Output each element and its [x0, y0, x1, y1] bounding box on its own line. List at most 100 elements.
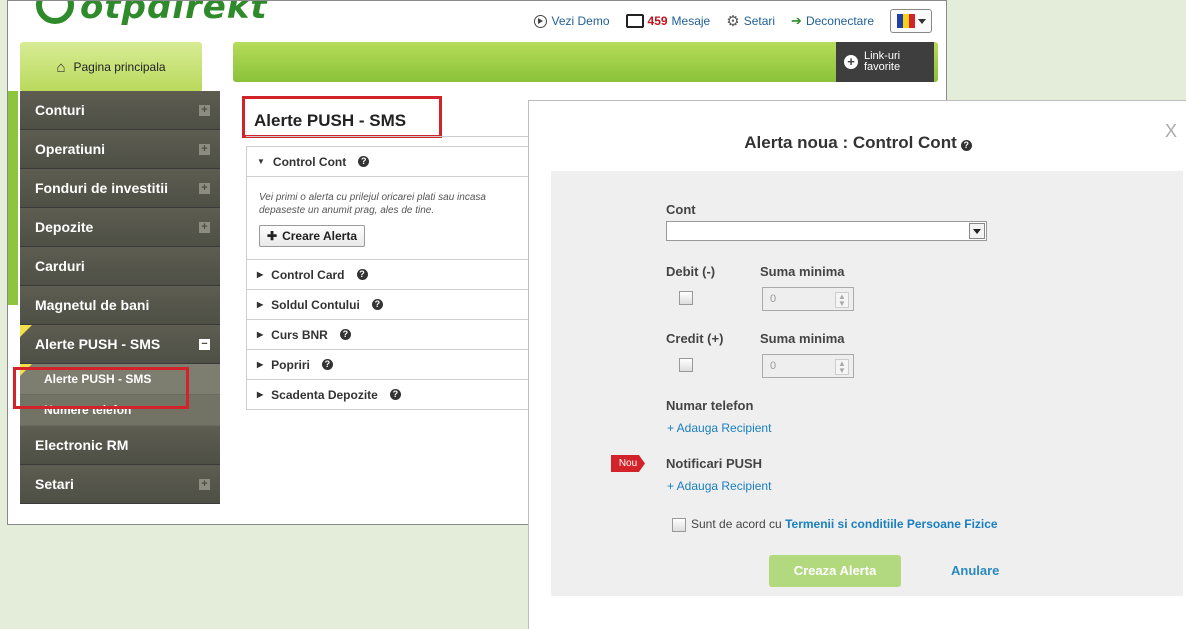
gear-icon: ⚙	[726, 12, 740, 30]
sidebar-item-setari[interactable]: Setari +	[20, 465, 220, 504]
expand-icon[interactable]: +	[199, 182, 210, 194]
expand-icon[interactable]: +	[199, 104, 210, 116]
envelope-icon	[625, 14, 644, 28]
chevron-down-icon	[969, 223, 985, 239]
section-description: Vei primi o alerta cu prilejul oricarei …	[259, 192, 486, 216]
credit-min-value: 0	[770, 360, 777, 372]
otp-logo: otpdirekt	[36, 0, 268, 28]
section-control-card[interactable]: ▶ Control Card?	[247, 260, 542, 290]
phone-label: Numar telefon	[666, 398, 754, 413]
play-icon	[534, 14, 548, 28]
push-label: Notificari PUSH	[666, 456, 763, 471]
cancel-button[interactable]: Anulare	[951, 563, 999, 578]
section-label: Popriri	[271, 357, 310, 372]
terms-checkbox[interactable]	[672, 518, 686, 532]
section-curs-bnr[interactable]: ▶ Curs BNR?	[247, 320, 542, 350]
sidebar-item-carduri[interactable]: Carduri	[20, 247, 220, 286]
sidebar-item-label: Carduri	[35, 258, 85, 274]
section-scadenta-depozite[interactable]: ▶ Scadenta Depozite?	[247, 380, 542, 409]
section-soldul-contului[interactable]: ▶ Soldul Contului?	[247, 290, 542, 320]
spinner-arrows-icon[interactable]: ▲ ▼	[835, 292, 849, 308]
terms-text: Sunt de acord cu Termenii si conditiile …	[691, 517, 998, 531]
messages-count: 459	[647, 14, 668, 28]
debit-min-label: Suma minima	[760, 264, 845, 279]
debit-checkbox[interactable]	[679, 291, 693, 305]
help-icon[interactable]: ?	[389, 389, 401, 400]
terms-prefix: Sunt de acord cu	[691, 517, 782, 531]
sidebar-item-label: Electronic RM	[35, 437, 129, 453]
new-alert-dialog: Alerta noua : Control Cont? X Cont Debit…	[528, 100, 1186, 629]
close-icon[interactable]: X	[1165, 121, 1177, 142]
sidebar: Conturi + Operatiuni + Fonduri de investit…	[20, 91, 220, 504]
help-icon[interactable]: ?	[321, 359, 333, 370]
triangle-right-icon: ▶	[257, 390, 264, 399]
dialog-title: Alerta noua : Control Cont?	[529, 133, 1186, 153]
demo-label: Vezi Demo	[551, 14, 610, 28]
sidebar-item-fonduri[interactable]: Fonduri de investitii +	[20, 169, 220, 208]
triangle-right-icon: ▶	[257, 270, 264, 279]
account-select[interactable]	[666, 221, 987, 241]
sidebar-item-electronic-rm[interactable]: Electronic RM	[20, 426, 220, 465]
messages-link[interactable]: 459 Mesaje	[625, 14, 710, 28]
add-phone-recipient-link[interactable]: + Adauga Recipient	[667, 421, 771, 435]
sidebar-item-depozite[interactable]: Depozite +	[20, 208, 220, 247]
credit-min-stepper[interactable]: 0 ▲ ▼	[762, 354, 854, 378]
top-green-bar: + Link-uri favorite	[233, 42, 938, 82]
spinner-arrows-icon[interactable]: ▲ ▼	[835, 359, 849, 375]
settings-link[interactable]: ⚙ Setari	[726, 14, 775, 29]
section-label: Soldul Contului	[271, 297, 360, 312]
new-corner-marker	[20, 325, 32, 337]
credit-min-label: Suma minima	[760, 331, 845, 346]
plus-icon: ✚	[267, 229, 278, 243]
expand-icon[interactable]: +	[199, 143, 210, 155]
top-navigation: Vezi Demo 459 Mesaje ⚙ Setari ➔ Deconect…	[534, 9, 932, 33]
sidebar-item-label: Magnetul de bani	[35, 297, 150, 313]
favorites-label: Link-uri favorite	[864, 50, 901, 73]
home-label: Pagina principala	[73, 60, 166, 74]
credit-checkbox[interactable]	[679, 358, 693, 372]
sidebar-item-label: Depozite	[35, 219, 94, 235]
section-popriri[interactable]: ▶ Popriri?	[247, 350, 542, 380]
logout-link[interactable]: ➔ Deconectare	[791, 13, 874, 29]
favorites-button[interactable]: + Link-uri favorite	[836, 42, 934, 82]
sidebar-item-magnetul[interactable]: Magnetul de bani	[20, 286, 220, 325]
collapse-icon[interactable]: −	[199, 338, 210, 350]
help-icon[interactable]: ?	[356, 269, 368, 280]
help-icon[interactable]: ?	[960, 140, 972, 151]
debit-min-value: 0	[770, 293, 777, 305]
new-badge: Nou	[611, 455, 645, 472]
help-icon[interactable]: ?	[339, 329, 351, 340]
sidebar-accent	[8, 91, 18, 305]
plus-circle-icon: +	[844, 55, 858, 69]
add-push-recipient-link[interactable]: + Adauga Recipient	[667, 479, 771, 493]
terms-link[interactable]: Termenii si conditiile Persoane Fizice	[785, 517, 998, 531]
title-divider	[246, 136, 546, 137]
sidebar-item-conturi[interactable]: Conturi +	[20, 91, 220, 130]
sidebar-item-label: Alerte PUSH - SMS	[35, 336, 161, 352]
expand-icon[interactable]: +	[199, 478, 210, 490]
create-alert-submit-button[interactable]: Creaza Alerta	[769, 555, 901, 587]
help-icon[interactable]: ?	[371, 299, 383, 310]
home-button[interactable]: ⌂ Pagina principala	[20, 42, 202, 92]
credit-label: Credit (+)	[666, 331, 724, 346]
logout-label: Deconectare	[805, 14, 874, 28]
sidebar-item-operatiuni[interactable]: Operatiuni +	[20, 130, 220, 169]
highlight-box-sidebar	[13, 367, 189, 409]
help-icon[interactable]: ?	[358, 156, 370, 167]
create-alert-button[interactable]: ✚ Creare Alerta	[259, 225, 365, 247]
section-label: Control Card	[271, 267, 345, 282]
logo-text: otpdirekt	[80, 0, 268, 27]
triangle-right-icon: ▶	[257, 300, 264, 309]
sidebar-item-alerte[interactable]: Alerte PUSH - SMS −	[20, 325, 220, 364]
demo-link[interactable]: Vezi Demo	[534, 14, 610, 28]
section-control-cont[interactable]: ▼ Control Cont?	[247, 147, 542, 177]
alert-form: Cont Debit (-) Suma minima 0 ▲ ▼ Credit (+…	[551, 171, 1183, 596]
expand-icon[interactable]: +	[199, 221, 210, 233]
sidebar-item-label: Fonduri de investitii	[35, 180, 169, 196]
alerts-accordion: ▼ Control Cont? Vei primi o alerta cu pri…	[246, 146, 543, 410]
language-selector[interactable]	[890, 9, 932, 33]
sidebar-item-label: Conturi	[35, 102, 85, 118]
debit-min-stepper[interactable]: 0 ▲ ▼	[762, 287, 854, 311]
triangle-right-icon: ▶	[257, 360, 264, 369]
section-label: Curs BNR	[271, 327, 328, 342]
